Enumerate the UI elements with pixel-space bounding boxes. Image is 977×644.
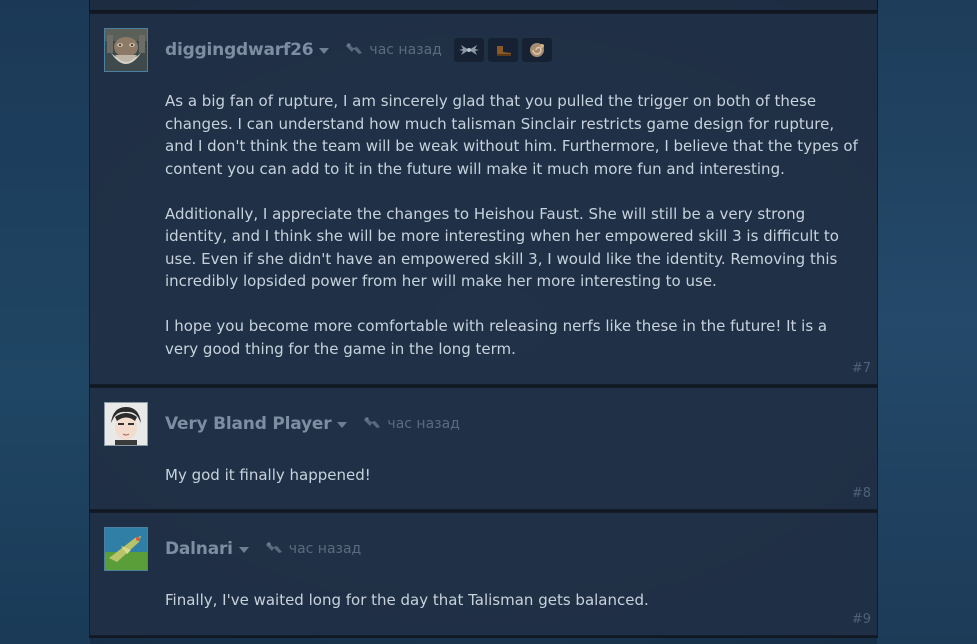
chevron-down-icon[interactable] <box>319 48 330 54</box>
comment-number[interactable]: #7 <box>852 361 871 376</box>
comment-body: Finally, I've waited long for the day th… <box>165 589 865 612</box>
anime-face-avatar-icon <box>105 403 147 445</box>
author-name[interactable]: Dalnari <box>165 539 233 559</box>
comment-paragraph: My god it finally happened! <box>165 466 371 484</box>
author-name[interactable]: Very Bland Player <box>165 414 332 434</box>
comment-thread: diggingdwarf26 час назад As a big fan of… <box>89 0 878 638</box>
avatar[interactable] <box>104 402 148 446</box>
comment-paragraph: I hope you become more comfortable with … <box>165 317 828 358</box>
hand-icon <box>263 540 285 558</box>
author-name[interactable]: diggingdwarf26 <box>165 40 314 60</box>
dwarf-avatar-icon <box>105 29 147 71</box>
author-line: diggingdwarf26 час назад <box>165 38 552 62</box>
hand-icon <box>361 415 383 433</box>
comment: Dalnari час назад Finally, I've waited l… <box>89 512 878 636</box>
comment-paragraph: As a big fan of rupture, I am sincerely … <box>165 92 858 178</box>
comment: Very Bland Player час назад My god it fi… <box>89 387 878 510</box>
author-line: Dalnari час назад <box>165 537 361 561</box>
timestamp: час назад <box>369 42 442 58</box>
avatar[interactable] <box>104 28 148 72</box>
chevron-down-icon[interactable] <box>238 547 249 553</box>
comment-number[interactable]: #8 <box>852 486 871 501</box>
boot-badge-icon[interactable] <box>487 38 518 62</box>
chevron-down-icon[interactable] <box>337 422 348 428</box>
timestamp: час назад <box>387 416 460 432</box>
comment-body: As a big fan of rupture, I am sincerely … <box>165 90 865 360</box>
comment-body: My god it finally happened! <box>165 464 865 487</box>
badge-list <box>453 38 552 62</box>
previous-comment-edge <box>89 0 878 11</box>
author-line: Very Bland Player час назад <box>165 412 460 436</box>
comment-number[interactable]: #9 <box>852 612 871 627</box>
shell-badge-icon[interactable] <box>521 38 552 62</box>
comment-paragraph: Additionally, I appreciate the changes t… <box>165 204 839 291</box>
timestamp: час назад <box>288 541 362 557</box>
background-right <box>877 0 977 644</box>
background-left <box>0 0 90 644</box>
comment-paragraph: Finally, I've waited long for the day th… <box>165 591 649 609</box>
hand-icon <box>343 41 365 59</box>
avatar[interactable] <box>104 527 148 571</box>
comment-separator <box>89 636 878 638</box>
comment: diggingdwarf26 час назад As a big fan of… <box>89 13 878 385</box>
plane-avatar-icon <box>105 528 147 570</box>
wings-badge-icon[interactable] <box>453 38 484 62</box>
